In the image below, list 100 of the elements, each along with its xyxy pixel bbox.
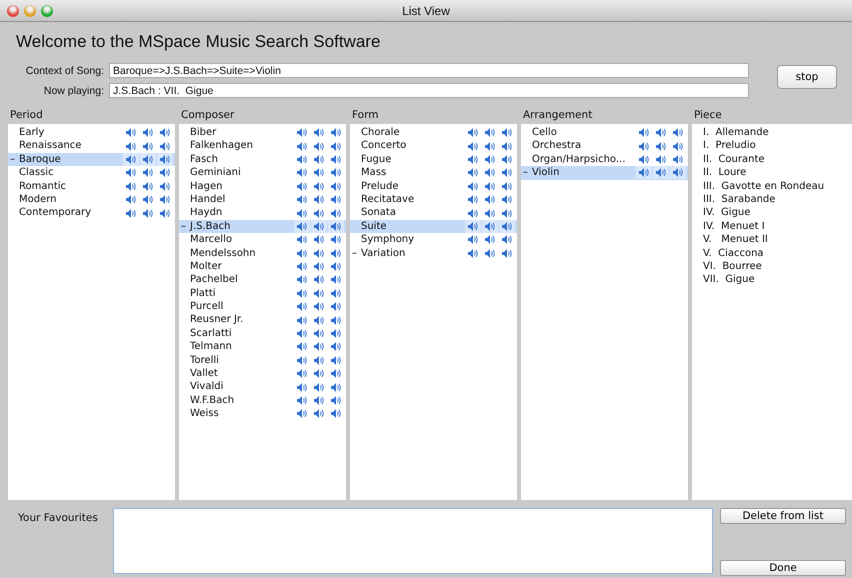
- speaker-icon[interactable]: [160, 195, 170, 204]
- speaker-icon[interactable]: [314, 369, 324, 378]
- context-field[interactable]: Baroque=>J.S.Bach=>Suite=>Violin: [109, 63, 749, 78]
- delete-button[interactable]: Delete from list: [720, 508, 846, 524]
- list-item[interactable]: III. Gavotte en Rondeau: [692, 180, 852, 193]
- speaker-icon[interactable]: [485, 168, 495, 178]
- speaker-icon[interactable]: [502, 195, 512, 204]
- list-item[interactable]: Modern: [8, 192, 175, 206]
- speaker-icon[interactable]: [314, 154, 324, 164]
- speaker-icon[interactable]: [331, 342, 341, 352]
- speaker-icon[interactable]: [143, 142, 153, 151]
- speaker-icon[interactable]: [331, 208, 341, 218]
- speaker-icon[interactable]: [143, 208, 153, 218]
- list-item[interactable]: – J.S.Bach: [179, 220, 346, 234]
- list-item[interactable]: – Baroque: [8, 152, 175, 166]
- list-item[interactable]: II. Loure: [692, 166, 852, 180]
- speaker-icon[interactable]: [331, 382, 341, 392]
- list-item[interactable]: Classic: [8, 166, 175, 180]
- speaker-icon[interactable]: [297, 154, 307, 164]
- speaker-icon[interactable]: [656, 154, 666, 164]
- speaker-icon[interactable]: [502, 222, 512, 231]
- list-item[interactable]: VI. Bourree: [692, 260, 852, 274]
- list-item[interactable]: Hagen: [179, 180, 346, 193]
- list-item[interactable]: Mass: [350, 166, 517, 180]
- speaker-icon[interactable]: [314, 409, 324, 418]
- speaker-icon[interactable]: [331, 329, 341, 338]
- list-item[interactable]: Prelude: [350, 180, 517, 193]
- speaker-icon[interactable]: [331, 168, 341, 178]
- speaker-icon[interactable]: [314, 128, 324, 138]
- list-item[interactable]: I. Allemande: [692, 126, 852, 140]
- speaker-icon[interactable]: [314, 208, 324, 218]
- speaker-icon[interactable]: [297, 316, 307, 325]
- speaker-icon[interactable]: [314, 168, 324, 178]
- done-button[interactable]: Done: [720, 560, 846, 576]
- list-item[interactable]: Telmann: [179, 340, 346, 354]
- speaker-icon[interactable]: [314, 356, 324, 365]
- speaker-icon[interactable]: [502, 142, 512, 151]
- speaker-icon[interactable]: [468, 128, 478, 138]
- speaker-icon[interactable]: [314, 396, 324, 405]
- speaker-icon[interactable]: [656, 168, 666, 178]
- speaker-icon[interactable]: [126, 168, 136, 178]
- list-item[interactable]: Falkenhagen: [179, 139, 346, 153]
- list-item[interactable]: V. Menuet II: [692, 233, 852, 247]
- speaker-icon[interactable]: [297, 329, 307, 338]
- list-item[interactable]: Mendelssohn: [179, 246, 346, 260]
- speaker-icon[interactable]: [485, 195, 495, 204]
- speaker-icon[interactable]: [468, 235, 478, 244]
- speaker-icon[interactable]: [502, 235, 512, 244]
- speaker-icon[interactable]: [485, 142, 495, 151]
- speaker-icon[interactable]: [468, 248, 478, 258]
- list-item[interactable]: Contemporary: [8, 206, 175, 220]
- list-item[interactable]: Symphony: [350, 233, 517, 247]
- list-item[interactable]: Reusner Jr.: [179, 313, 346, 327]
- speaker-icon[interactable]: [331, 248, 341, 258]
- speaker-icon[interactable]: [143, 168, 153, 178]
- speaker-icon[interactable]: [314, 342, 324, 352]
- speaker-icon[interactable]: [314, 382, 324, 392]
- list-item[interactable]: Handel: [179, 192, 346, 206]
- list-item[interactable]: Recitatave: [350, 192, 517, 206]
- speaker-icon[interactable]: [143, 195, 153, 204]
- speaker-icon[interactable]: [314, 222, 324, 231]
- list-item[interactable]: Organ/Harpsicho...: [521, 152, 688, 166]
- close-button[interactable]: [7, 4, 19, 16]
- speaker-icon[interactable]: [331, 316, 341, 325]
- speaker-icon[interactable]: [502, 154, 512, 164]
- speaker-icon[interactable]: [297, 275, 307, 284]
- list-item[interactable]: Early: [8, 126, 175, 140]
- list-item[interactable]: III. Sarabande: [692, 192, 852, 206]
- speaker-icon[interactable]: [143, 154, 153, 164]
- speaker-icon[interactable]: [297, 342, 307, 352]
- speaker-icon[interactable]: [126, 182, 136, 191]
- list-item[interactable]: Purcell: [179, 300, 346, 314]
- speaker-icon[interactable]: [297, 248, 307, 258]
- speaker-icon[interactable]: [314, 329, 324, 338]
- speaker-icon[interactable]: [143, 182, 153, 191]
- speaker-icon[interactable]: [468, 222, 478, 231]
- speaker-icon[interactable]: [502, 248, 512, 258]
- speaker-icon[interactable]: [331, 262, 341, 272]
- speaker-icon[interactable]: [639, 168, 649, 178]
- speaker-icon[interactable]: [656, 142, 666, 151]
- speaker-icon[interactable]: [331, 142, 341, 151]
- speaker-icon[interactable]: [314, 316, 324, 325]
- speaker-icon[interactable]: [314, 288, 324, 298]
- speaker-icon[interactable]: [502, 182, 512, 191]
- speaker-icon[interactable]: [639, 154, 649, 164]
- list-item[interactable]: IV. Menuet I: [692, 220, 852, 234]
- speaker-icon[interactable]: [502, 128, 512, 138]
- speaker-icon[interactable]: [160, 182, 170, 191]
- speaker-icon[interactable]: [331, 369, 341, 378]
- list-item[interactable]: – Violin: [521, 166, 688, 180]
- speaker-icon[interactable]: [331, 396, 341, 405]
- speaker-icon[interactable]: [314, 248, 324, 258]
- list-item[interactable]: Platti: [179, 286, 346, 300]
- list-item[interactable]: Cello: [521, 126, 688, 140]
- speaker-icon[interactable]: [673, 142, 683, 151]
- stop-button[interactable]: stop: [777, 65, 837, 89]
- speaker-icon[interactable]: [160, 128, 170, 138]
- list-item[interactable]: Fasch: [179, 152, 346, 166]
- list-item[interactable]: Fugue: [350, 152, 517, 166]
- speaker-icon[interactable]: [314, 275, 324, 284]
